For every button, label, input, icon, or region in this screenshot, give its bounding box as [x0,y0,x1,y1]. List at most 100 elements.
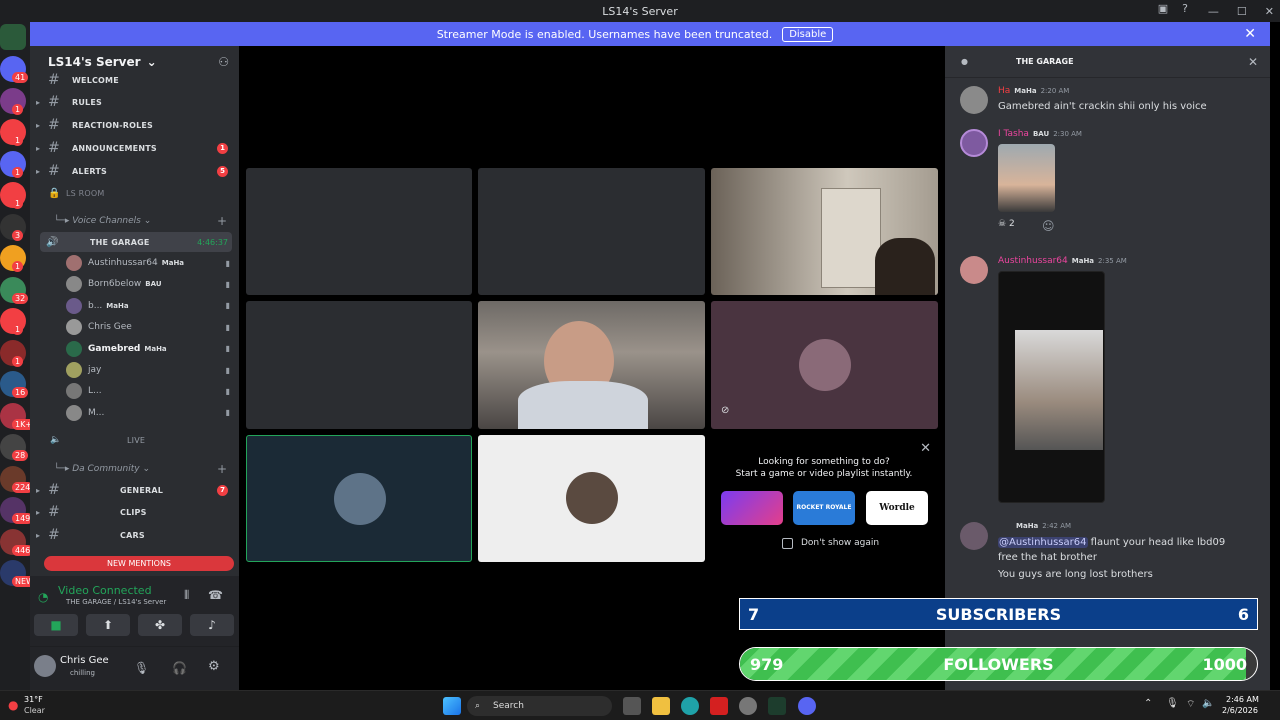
subscribers-overlay: 7 SUBSCRIBERS 6 [739,598,1258,630]
video-tile[interactable] [246,168,472,295]
volume-icon[interactable]: 🔈 [1202,698,1214,709]
video-tile-speaking[interactable] [246,435,472,562]
community-category[interactable]: └─▸ Da Community ⌄ [54,464,150,474]
taskbar-search[interactable]: ⌕ Search [467,696,612,716]
task-view-icon[interactable] [623,697,641,715]
chrome-icon[interactable] [739,697,757,715]
video-tile[interactable] [478,168,705,295]
voice-channel-live[interactable]: 🔈 LIVE [30,430,239,450]
role-tag: BAU [145,280,162,289]
add-channel-icon[interactable]: + [217,462,227,476]
file-explorer-icon[interactable] [652,697,670,715]
weather-temp[interactable]: 31°F [24,695,43,704]
image-attachment[interactable] [998,144,1055,212]
reaction-skull[interactable]: ☠ 2 [998,219,1015,229]
avatar[interactable] [34,655,56,677]
voice-user[interactable]: Born6below BAU ▮ [66,274,236,294]
channel-label: LIVE [127,435,146,445]
close-window-button[interactable]: ✕ [1265,5,1274,18]
hash-icon: # [48,163,60,179]
inbox-icon[interactable]: ▣ [1158,2,1168,15]
minimize-button[interactable]: — [1208,5,1219,18]
voice-user-name: Gamebred [88,343,141,354]
camera-button[interactable]: ■ [34,614,78,636]
app-l-icon[interactable] [710,697,728,715]
add-reaction-icon[interactable]: ☺ [1042,219,1055,233]
channel-rules[interactable]: ▸ # RULES [30,92,239,112]
channel-cars[interactable]: ▸ # CARS [30,525,239,545]
author-name[interactable]: Austinhussar64 [998,256,1068,266]
voice-user[interactable]: Gamebred MaHa ▮ [66,339,236,359]
voice-user[interactable]: jay ▮ [66,360,236,380]
add-channel-icon[interactable]: + [217,214,227,228]
activity-tile-wordle[interactable]: Wordle [866,491,928,525]
screenshare-button[interactable]: ⬆ [86,614,130,636]
avatar[interactable] [960,256,988,284]
clock-time[interactable]: 2:46 AM [1226,695,1259,704]
channel-label: THE GARAGE [90,237,150,247]
dont-show-checkbox[interactable] [782,538,793,549]
mic-tray-icon[interactable]: 🎙 [1166,698,1179,709]
close-banner-icon[interactable]: ✕ [1244,26,1256,42]
edge-icon[interactable] [681,697,699,715]
new-mentions-button[interactable]: NEW MENTIONS [44,556,234,571]
user-name[interactable]: Chris Gee [60,655,109,666]
channel-announcements[interactable]: ▸ # ANNOUNCEMENTS 1 [30,138,239,158]
start-button[interactable] [443,697,461,715]
server-badge: 1 [12,135,24,146]
voice-user[interactable]: b... MaHa ▮ [66,296,236,316]
author-name[interactable]: Ha [998,86,1010,96]
activity-tile-blocks[interactable] [721,491,783,525]
chat-message: MaHa 2:42 AM @Austinhussar64 flaunt your … [960,522,1260,592]
voice-channel-garage[interactable]: 🔊 THE GARAGE 4:46:37 [40,232,232,252]
image-attachment[interactable] [998,271,1105,503]
avatar[interactable] [960,522,988,550]
activity-tile-rocket-royale[interactable]: ROCKET ROYALE [793,491,855,525]
close-chat-icon[interactable]: ✕ [1248,55,1258,69]
windows-taskbar: ● 31°F Clear ⌕ Search ⌃ 🎙 ⌔ 🔈 2:46 AM 2/… [0,690,1280,720]
headphones-icon[interactable]: 🎧 [172,661,187,675]
clock-date[interactable]: 2/6/2026 [1222,706,1258,715]
avatar[interactable] [960,129,988,157]
wifi-icon[interactable]: ⌔ [1186,698,1195,711]
role-tag: MaHa [144,344,167,353]
tray-chevron-icon[interactable]: ⌃ [1144,698,1152,709]
video-tile[interactable] [246,301,472,429]
voice-status-sub[interactable]: THE GARAGE / LS14's Server [66,598,166,606]
soundboard-button[interactable]: ♪ [190,614,234,636]
author-name[interactable]: I Tasha [998,129,1029,139]
video-tile-camera-room[interactable] [711,168,938,295]
disconnect-icon[interactable]: ☎ [208,588,223,602]
channel-welcome[interactable]: # WELCOME [30,70,239,90]
channel-clips[interactable]: ▸ # CLIPS [30,502,239,522]
home-logo[interactable] [0,24,26,50]
channel-reaction-roles[interactable]: ▸ # REACTION-ROLES [30,115,239,135]
video-tile-avatar[interactable] [478,435,705,562]
channel-ls-room[interactable]: 🔒 LS ROOM [30,183,239,203]
microphone-icon[interactable]: 🎙 [134,661,149,675]
activity-button[interactable]: ✤ [138,614,182,636]
close-icon[interactable]: ✕ [920,441,931,456]
discord-icon[interactable] [798,697,816,715]
voice-user[interactable]: M... ▮ [66,403,236,423]
add-member-icon[interactable]: ⚇ [218,55,229,69]
channel-alerts[interactable]: ▸ # ALERTS 5 [30,161,239,181]
chat-message: I Tasha BAU 2:30 AM ☠ 2 ☺ [960,129,1260,239]
disable-streamer-button[interactable]: Disable [782,26,834,42]
gear-icon[interactable]: ⚙ [208,659,220,674]
channel-general[interactable]: ▸ # GENERAL 7 [30,480,239,500]
voice-user[interactable]: Chris Gee ▮ [66,317,236,337]
voice-user[interactable]: L... ▮ [66,381,236,401]
noise-suppression-icon[interactable]: ⦀ [184,588,189,603]
app-icon[interactable] [768,697,786,715]
voice-category[interactable]: └─▸ Voice Channels ⌄ [54,216,151,226]
help-icon[interactable]: ? [1182,2,1188,15]
video-tile-camera-person[interactable] [478,301,705,429]
maximize-button[interactable]: ☐ [1237,5,1247,18]
weather-icon[interactable]: ● [8,698,18,712]
voice-user[interactable]: Austinhussar64 MaHa ▮ [66,253,236,273]
avatar[interactable] [960,86,988,114]
video-tile-avatar[interactable]: ⊘ [711,301,938,429]
voice-status-title[interactable]: Video Connected [58,584,152,597]
user-mention[interactable]: @Austinhussar64 [998,537,1088,548]
